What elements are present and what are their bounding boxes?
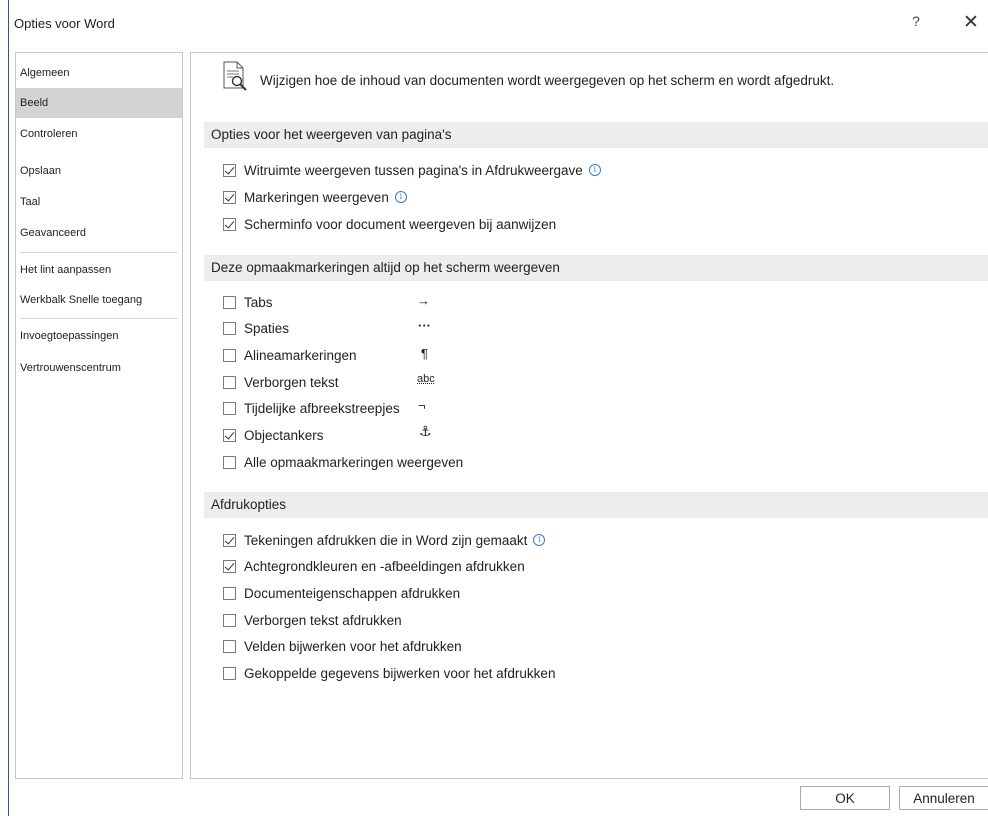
checkbox[interactable]: [223, 348, 236, 362]
section-header-print-options: Afdrukopties: [204, 492, 988, 518]
window-title: Opties voor Word: [14, 16, 115, 31]
checkbox[interactable]: [223, 375, 236, 389]
sidebar-item-vertrouwenscentrum[interactable]: Vertrouwenscentrum: [16, 353, 182, 383]
info-icon[interactable]: i: [394, 191, 407, 203]
options-content: Wijzigen hoe de inhoud van documenten wo…: [190, 52, 988, 779]
checkbox[interactable]: [223, 401, 236, 415]
option-tekeningen-afdrukken[interactable]: Tekeningen afdrukken die in Word zijn ge…: [223, 530, 546, 550]
section-header-formatting-marks: Deze opmaakmarkeringen altijd op het sch…: [204, 255, 988, 281]
checkbox[interactable]: [223, 163, 236, 177]
info-icon[interactable]: i: [533, 534, 546, 546]
checkbox[interactable]: [223, 295, 236, 309]
option-label: Verborgen tekst afdrukken: [244, 612, 402, 628]
option-markeringen[interactable]: Markeringen weergeven i: [223, 187, 407, 207]
checkbox[interactable]: [223, 613, 236, 627]
checkbox[interactable]: [223, 533, 236, 547]
hidden-text-mark-icon: abc: [417, 373, 435, 385]
option-velden-bijwerken[interactable]: Velden bijwerken voor het afdrukken: [223, 636, 462, 656]
option-label: Gekoppelde gegevens bijwerken voor het a…: [244, 665, 556, 681]
checkbox[interactable]: [223, 639, 236, 653]
option-scherminfo[interactable]: Scherminfo voor document weergeven bij a…: [223, 214, 556, 234]
option-label: Objectankers: [244, 427, 324, 443]
option-tijdelijke-afbreekstreepjes[interactable]: Tijdelijke afbreekstreepjes: [223, 398, 400, 418]
sidebar-divider: [20, 252, 178, 253]
option-label: Tekeningen afdrukken die in Word zijn ge…: [244, 532, 528, 548]
sidebar-item-invoegtoepassingen[interactable]: Invoegtoepassingen: [16, 321, 182, 351]
page-description: Wijzigen hoe de inhoud van documenten wo…: [260, 73, 835, 88]
option-objectankers[interactable]: Objectankers: [223, 425, 324, 445]
option-achtergrondkleuren-afdrukken[interactable]: Achtegrondkleuren en -afbeeldingen afdru…: [223, 556, 525, 576]
tab-mark-icon: →: [417, 293, 430, 308]
help-icon[interactable]: ?: [906, 13, 926, 35]
checkbox[interactable]: [223, 586, 236, 600]
checkbox[interactable]: [223, 321, 236, 335]
option-label: Scherminfo voor document weergeven bij a…: [244, 216, 557, 232]
title-bar: Opties voor Word ? ✕: [0, 0, 988, 48]
info-icon[interactable]: i: [588, 164, 601, 176]
ok-button[interactable]: OK: [800, 786, 890, 810]
option-alineamarkeringen[interactable]: Alineamarkeringen: [223, 345, 357, 365]
option-witruimte[interactable]: Witruimte weergeven tussen pagina's in A…: [223, 160, 601, 180]
option-label: Tijdelijke afbreekstreepjes: [244, 400, 400, 416]
option-label: Markeringen weergeven: [244, 189, 389, 205]
option-verborgen-tekst-afdrukken[interactable]: Verborgen tekst afdrukken: [223, 610, 402, 630]
sidebar-item-controleren[interactable]: Controleren: [16, 119, 182, 149]
option-spaties[interactable]: Spaties: [223, 318, 289, 338]
sidebar-item-algemeen[interactable]: Algemeen: [16, 58, 182, 88]
checkbox[interactable]: [223, 428, 236, 442]
option-label: Velden bijwerken voor het afdrukken: [244, 638, 462, 654]
sidebar-item-geavanceerd[interactable]: Geavanceerd: [16, 218, 182, 248]
space-mark-icon: ···: [418, 318, 431, 333]
document-magnifier-icon: [223, 61, 247, 91]
sidebar-item-taal[interactable]: Taal: [16, 187, 182, 217]
sidebar-divider: [20, 318, 178, 319]
checkbox[interactable]: [223, 217, 236, 231]
window-left-edge: [8, 0, 9, 816]
option-label: Verborgen tekst: [244, 374, 339, 390]
optional-hyphen-mark-icon: ¬: [418, 398, 426, 413]
option-documenteigenschappen-afdrukken[interactable]: Documenteigenschappen afdrukken: [223, 583, 460, 603]
anchor-icon: ⚓: [419, 424, 432, 440]
sidebar-item-lint-aanpassen[interactable]: Het lint aanpassen: [16, 255, 182, 285]
cancel-button[interactable]: Annuleren: [899, 786, 988, 810]
option-label: Alineamarkeringen: [244, 347, 357, 363]
option-label: Achtegrondkleuren en -afbeeldingen afdru…: [244, 558, 525, 574]
checkbox[interactable]: [223, 666, 236, 680]
section-header-page-display: Opties voor het weergeven van pagina's: [204, 122, 988, 148]
checkbox[interactable]: [223, 455, 236, 469]
checkbox[interactable]: [223, 190, 236, 204]
option-label: Documenteigenschappen afdrukken: [244, 585, 461, 601]
checkbox[interactable]: [223, 559, 236, 573]
option-label: Spaties: [244, 320, 290, 336]
close-icon[interactable]: ✕: [960, 11, 982, 35]
option-label: Alle opmaakmarkeringen weergeven: [244, 454, 464, 470]
sidebar-item-werkbalk-snelle-toegang[interactable]: Werkbalk Snelle toegang: [16, 285, 182, 315]
options-sidebar: Algemeen Beeld Controleren Opslaan Taal …: [15, 52, 183, 779]
paragraph-mark-icon: ¶: [421, 346, 428, 361]
option-label: Tabs: [244, 294, 273, 310]
sidebar-item-opslaan[interactable]: Opslaan: [16, 156, 182, 186]
sidebar-item-beeld[interactable]: Beeld: [16, 88, 182, 118]
option-verborgen-tekst[interactable]: Verborgen tekst: [223, 372, 339, 392]
option-gekoppelde-gegevens-bijwerken[interactable]: Gekoppelde gegevens bijwerken voor het a…: [223, 663, 555, 683]
option-label: Witruimte weergeven tussen pagina's in A…: [244, 162, 583, 178]
option-alle-opmaakmarkeringen[interactable]: Alle opmaakmarkeringen weergeven: [223, 452, 463, 472]
option-tabs[interactable]: Tabs: [223, 292, 273, 312]
